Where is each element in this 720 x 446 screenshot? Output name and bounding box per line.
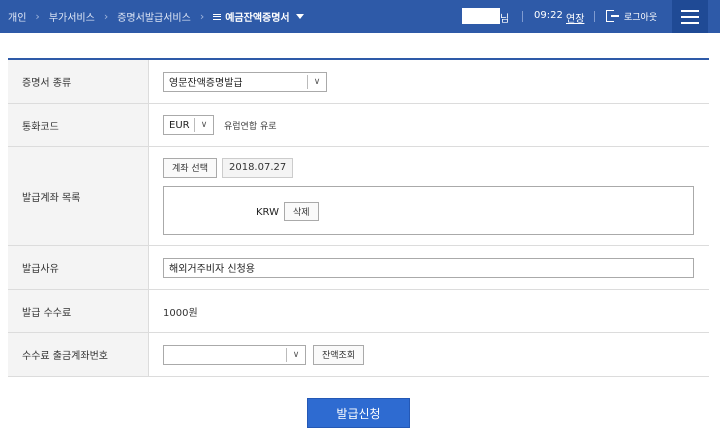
top-nav-bar: 개인 › 부가서비스 › 증명서발급서비스 › 예금잔액증명서 님 09:22 … — [0, 0, 720, 33]
currency-label: 통화코드 — [8, 104, 149, 146]
breadcrumb-separator-icon: › — [199, 10, 205, 23]
fee-label: 발급 수수료 — [8, 290, 149, 332]
user-name-suffix: 님 — [500, 14, 510, 25]
breadcrumb-separator-icon: › — [35, 10, 40, 23]
account-list: KRW 삭제 — [163, 185, 694, 235]
delete-account-button[interactable]: 삭제 — [284, 201, 319, 221]
cert-date-field[interactable]: 2018.07.27 — [221, 157, 294, 178]
logout-icon — [606, 9, 619, 23]
certificate-form: 증명서 종류 영문잔액증명발급 ∨ 통화코드 EUR ∨ 유럽연합 유로 발급계… — [8, 58, 709, 377]
cert-type-value: 영문잔액증명발급 — [169, 78, 243, 89]
issue-request-button[interactable]: 발급신청 — [307, 398, 410, 428]
account-currency: KRW — [256, 206, 279, 218]
chevron-down-icon: ∨ — [292, 349, 300, 360]
breadcrumb-current-menu[interactable]: 예금잔액증명서 — [213, 9, 304, 24]
logout-label: 로그아웃 — [624, 12, 658, 23]
currency-select[interactable]: EUR ∨ — [163, 115, 214, 135]
row-currency: 통화코드 EUR ∨ 유럽연합 유로 — [8, 104, 709, 147]
row-cert-type: 증명서 종류 영문잔액증명발급 ∨ — [8, 60, 709, 104]
hamburger-menu-button[interactable] — [672, 0, 708, 33]
reason-label: 발급사유 — [8, 246, 149, 289]
list-icon — [213, 12, 222, 21]
session-timer: 09:22 — [534, 10, 563, 21]
chevron-down-icon: ∨ — [200, 120, 208, 130]
row-reason: 발급사유 해외거주비자 신청용 — [8, 246, 709, 290]
cert-type-label: 증명서 종류 — [8, 60, 149, 103]
breadcrumb: 개인 › 부가서비스 › 증명서발급서비스 › 예금잔액증명서 — [8, 0, 304, 33]
cert-type-select[interactable]: 영문잔액증명발급 ∨ — [163, 71, 327, 92]
breadcrumb-item-personal[interactable]: 개인 — [8, 9, 26, 24]
logout-button[interactable]: 로그아웃 — [606, 8, 657, 24]
fee-value: 1000원 — [163, 307, 198, 319]
caret-down-icon — [295, 14, 304, 19]
user-name-redacted — [462, 8, 500, 24]
extend-session-link[interactable]: 연장 — [566, 10, 584, 25]
breadcrumb-item-extra-services[interactable]: 부가서비스 — [49, 9, 95, 24]
breadcrumb-current-label: 예금잔액증명서 — [225, 13, 290, 24]
breadcrumb-item-certificates[interactable]: 증명서발급서비스 — [117, 9, 191, 24]
divider — [594, 11, 595, 22]
currency-value: EUR — [169, 119, 190, 131]
select-account-button[interactable]: 계좌 선택 — [163, 157, 217, 178]
currency-description: 유럽연합 유로 — [224, 121, 277, 132]
row-fee: 발급 수수료 1000원 — [8, 290, 709, 333]
row-accounts: 발급계좌 목록 계좌 선택 2018.07.27 KRW 삭제 — [8, 147, 709, 246]
reason-input[interactable]: 해외거주비자 신청용 — [163, 257, 694, 278]
row-fee-account: 수수료 출금계좌번호 ∨ 잔액조회 — [8, 333, 709, 377]
chevron-down-icon: ∨ — [313, 76, 321, 87]
balance-inquiry-button[interactable]: 잔액조회 — [313, 344, 365, 365]
breadcrumb-separator-icon: › — [103, 10, 109, 23]
divider — [522, 11, 523, 22]
fee-account-label: 수수료 출금계좌번호 — [8, 333, 149, 376]
accounts-label: 발급계좌 목록 — [8, 147, 149, 245]
fee-account-select[interactable]: ∨ — [163, 344, 306, 365]
